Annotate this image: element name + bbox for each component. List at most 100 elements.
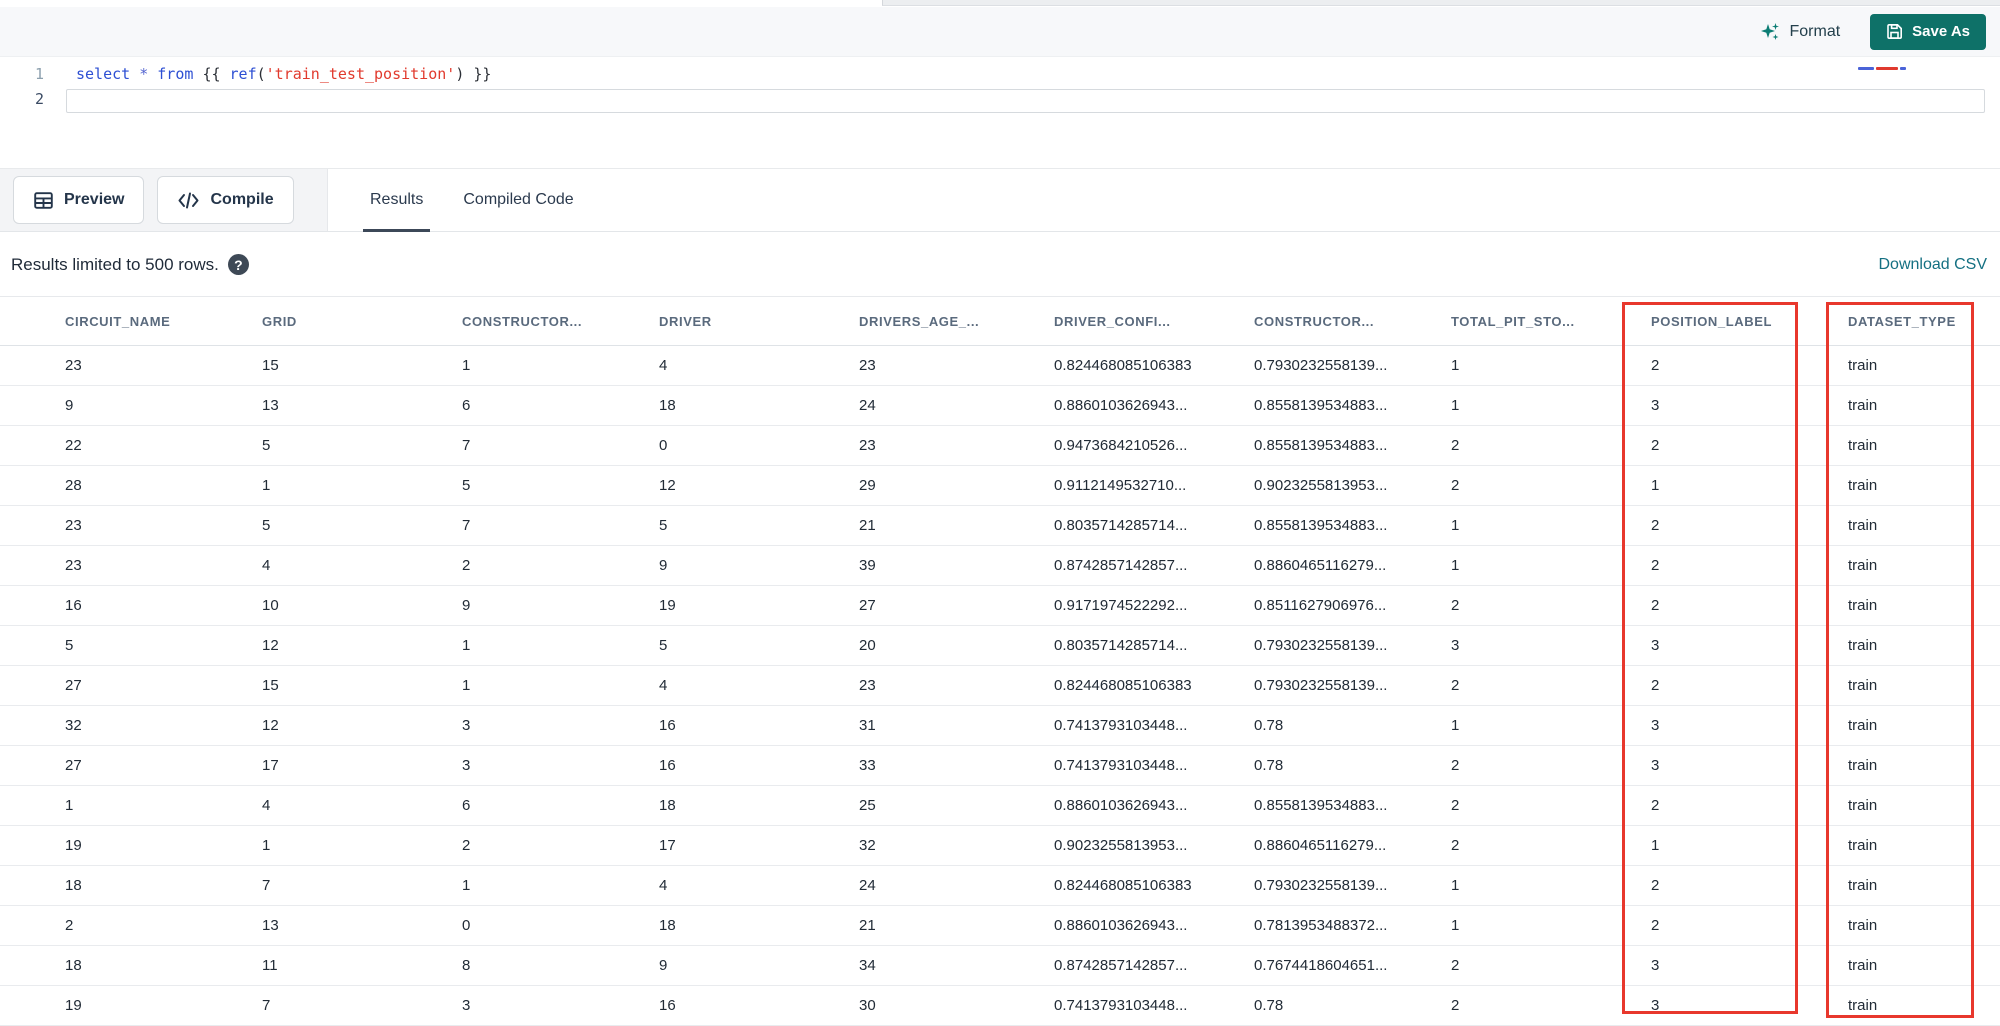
table-cell: 2 [1451,837,1460,854]
table-cell: 15 [262,357,279,374]
table-cell: 1 [65,797,74,814]
table-cell: 1 [262,837,271,854]
top-tab-strip [882,0,2000,6]
table-cell: 17 [262,757,279,774]
table-cell: 0.8860103626943... [1054,397,1188,414]
table-cell: 1 [462,637,471,654]
table-cell: 0.824468085106383 [1054,357,1192,374]
table-cell: 18 [65,877,82,894]
table-cell: 1 [1451,397,1460,414]
code-line-1: select * from {{ ref('train_test_positio… [76,62,491,87]
table-cell: 19 [65,997,82,1014]
table-cell: 12 [262,717,279,734]
table-cell: 18 [659,797,676,814]
table-cell: 0.8558139534883... [1254,437,1388,454]
table-cell: 0.824468085106383 [1054,877,1192,894]
results-tabs: Results Compiled Code [328,169,574,232]
save-as-button[interactable]: Save As [1870,13,1986,50]
table-grid-icon [33,190,54,211]
tab-results-label: Results [370,191,424,208]
table-cell: 3 [462,717,471,734]
tab-compiled-code[interactable]: Compiled Code [463,169,573,231]
table-cell: 0.9473684210526... [1054,437,1188,454]
save-icon [1886,23,1903,40]
compile-label: Compile [210,191,274,208]
table-cell: 4 [659,357,668,374]
table-cell: 6 [462,797,471,814]
table-cell: 23 [65,517,82,534]
help-icon[interactable]: ? [227,254,249,275]
save-as-label: Save As [1912,23,1970,40]
table-cell: 19 [65,837,82,854]
format-label: Format [1789,22,1841,40]
table-cell: 2 [1451,797,1460,814]
table-cell: 11 [262,957,278,974]
table-cell: 7 [262,877,271,894]
table-cell: 0.8558139534883... [1254,397,1388,414]
table-cell: 4 [659,877,668,894]
table-cell: 13 [262,917,279,934]
table-cell: 3 [462,997,471,1014]
sql-editor[interactable]: 1 2 select * from {{ ref('train_test_pos… [0,58,2000,168]
table-cell: 0.7413793103448... [1054,717,1188,734]
table-cell: 1 [1451,877,1460,894]
table-cell: 2 [1451,437,1460,454]
table-cell: 9 [659,957,668,974]
active-line-box [66,89,1985,113]
table-cell: 20 [859,637,876,654]
column-header: DRIVER [659,313,712,329]
table-cell: 1 [462,877,471,894]
table-cell: 0.7413793103448... [1054,997,1188,1014]
table-cell: 5 [262,437,271,454]
table-cell: 7 [262,997,271,1014]
editor-minimap[interactable] [1858,67,1906,70]
column-header: GRID [262,313,297,329]
compile-button[interactable]: Compile [157,176,294,224]
table-cell: 0.8558139534883... [1254,517,1388,534]
table-cell: 30 [859,997,876,1014]
table-cell: 5 [462,477,471,494]
table-cell: 0.8860103626943... [1054,917,1188,934]
table-cell: 23 [65,557,82,574]
table-cell: 0.8742857142857... [1054,957,1188,974]
table-cell: 0.8860103626943... [1054,797,1188,814]
download-csv-link[interactable]: Download CSV [1879,256,1988,274]
preview-label: Preview [64,191,125,208]
table-cell: 1 [1451,357,1460,374]
line-number-2: 2 [34,90,44,108]
sql-star: * [139,65,149,83]
table-cell: 18 [659,917,676,934]
table-cell: 0.78 [1254,757,1284,774]
table-cell: 5 [659,637,668,654]
table-cell: 10 [262,597,279,614]
table-cell: 2 [1451,957,1460,974]
table-cell: 0.8558139534883... [1254,797,1388,814]
table-cell: 0.8860465116279... [1254,837,1387,854]
table-cell: 0 [659,437,668,454]
table-cell: 23 [65,357,82,374]
minimap-code-segment [1876,67,1898,70]
table-cell: 2 [462,837,471,854]
sql-string: 'train_test_position' [265,65,456,83]
table-cell: 21 [859,517,876,534]
table-cell: 18 [65,957,82,974]
table-cell: 39 [859,557,876,574]
paren-close: ) [455,65,465,83]
table-cell: 6 [462,397,471,414]
table-cell: 32 [859,837,876,854]
table-cell: 3 [1451,637,1460,654]
preview-button[interactable]: Preview [13,176,145,224]
table-cell: 0.9171974522292... [1054,597,1188,614]
table-cell: 27 [65,677,82,694]
table-cell: 34 [859,957,876,974]
table-cell: 27 [859,597,876,614]
table-cell: 25 [859,797,876,814]
jinja-brace-open: {{ [202,65,221,83]
row-limit-text: Results limited to 500 rows. [11,254,219,274]
table-cell: 27 [65,757,82,774]
tab-results[interactable]: Results [362,169,431,232]
table-cell: 1 [1451,517,1460,534]
format-button[interactable]: Format [1759,21,1841,43]
table-cell: 0.9023255813953... [1054,837,1188,854]
table-cell: 0.8511627906976... [1254,597,1387,614]
